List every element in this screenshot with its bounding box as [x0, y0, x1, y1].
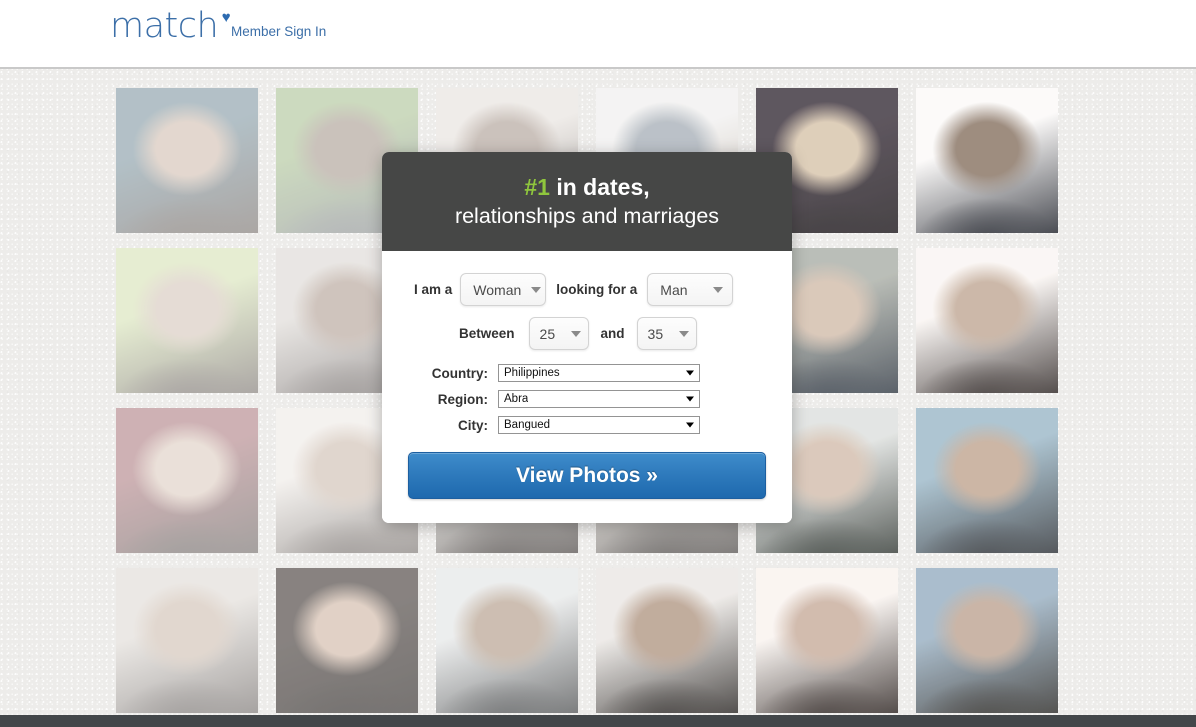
photo-r4c3[interactable]	[436, 568, 578, 713]
label-region: Region:	[437, 391, 488, 407]
signup-promo-modal: #1 in dates, relationships and marriages…	[382, 152, 792, 523]
photo-r4c1[interactable]	[116, 568, 258, 713]
member-sign-in-link[interactable]: Member Sign In	[231, 24, 326, 39]
photo-r4c4[interactable]	[596, 568, 738, 713]
logo-text: match	[110, 6, 219, 46]
photo-r3c6[interactable]	[916, 408, 1058, 553]
photo-r4c6[interactable]	[916, 568, 1058, 713]
photo-r3c1[interactable]	[116, 408, 258, 553]
label-and: and	[600, 326, 625, 341]
gender-preference-row: I am a Woman looking for a Man	[408, 273, 766, 306]
photo-overlay	[916, 248, 1058, 393]
city-select[interactable]: Bangued	[498, 416, 700, 434]
age-min-select[interactable]: 25	[528, 317, 589, 350]
label-i-am-a: I am a	[414, 282, 453, 297]
self-gender-select[interactable]: Woman	[460, 273, 547, 306]
chevron-down-icon	[686, 422, 694, 428]
headline-rest: in dates,	[549, 174, 650, 200]
heart-icon: ♥	[221, 8, 231, 26]
match-logo[interactable]: match ♥	[110, 6, 231, 46]
photo-overlay	[116, 88, 258, 233]
country-row: Country: Philippines	[408, 364, 766, 382]
region-row: Region: Abra	[408, 390, 766, 408]
label-looking-for-a: looking for a	[556, 282, 638, 297]
photo-overlay	[116, 408, 258, 553]
age-max-select[interactable]: 35	[636, 317, 697, 350]
modal-headline: #1 in dates, relationships and marriages	[382, 152, 792, 251]
region-select[interactable]: Abra	[498, 390, 700, 408]
region-value: Abra	[504, 393, 529, 405]
age-min-value: 25	[539, 325, 556, 342]
photo-overlay	[116, 248, 258, 393]
footer-bar	[0, 715, 1196, 727]
city-row: City: Bangued	[408, 416, 766, 434]
photo-overlay	[916, 408, 1058, 553]
view-photos-button[interactable]: View Photos »	[408, 452, 766, 499]
chevron-down-icon	[713, 286, 724, 293]
photo-r2c6[interactable]	[916, 248, 1058, 393]
photo-overlay	[916, 88, 1058, 233]
site-header: match ♥ Member Sign In	[0, 0, 1196, 69]
age-range-row: Between 25 and 35	[408, 317, 766, 350]
photo-overlay	[436, 568, 578, 713]
chevron-down-icon	[570, 330, 581, 337]
photo-r1c6[interactable]	[916, 88, 1058, 233]
label-country: Country:	[431, 365, 488, 381]
chevron-down-icon	[531, 286, 542, 293]
signup-form: I am a Woman looking for a Man Between 2…	[382, 251, 792, 523]
photo-overlay	[596, 568, 738, 713]
photo-overlay	[916, 568, 1058, 713]
country-select[interactable]: Philippines	[498, 364, 700, 382]
headline-rank: #1	[524, 174, 550, 200]
city-value: Bangued	[504, 419, 551, 431]
headline-line-1: #1 in dates,	[382, 174, 792, 201]
label-between: Between	[459, 326, 515, 341]
country-value: Philippines	[504, 367, 560, 379]
chevron-down-icon	[686, 396, 694, 402]
photo-overlay	[116, 568, 258, 713]
photo-r4c5[interactable]	[756, 568, 898, 713]
headline-line-2: relationships and marriages	[454, 204, 720, 228]
photo-r4c2[interactable]	[276, 568, 418, 713]
label-city: City:	[458, 417, 488, 433]
photo-r2c1[interactable]	[116, 248, 258, 393]
target-gender-value: Man	[660, 281, 688, 298]
target-gender-select[interactable]: Man	[647, 273, 734, 306]
self-gender-value: Woman	[473, 281, 522, 298]
age-max-value: 35	[647, 325, 664, 342]
chevron-down-icon	[686, 370, 694, 376]
chevron-down-icon	[678, 330, 689, 337]
photo-overlay	[276, 568, 418, 713]
photo-r1c1[interactable]	[116, 88, 258, 233]
photo-overlay	[756, 568, 898, 713]
